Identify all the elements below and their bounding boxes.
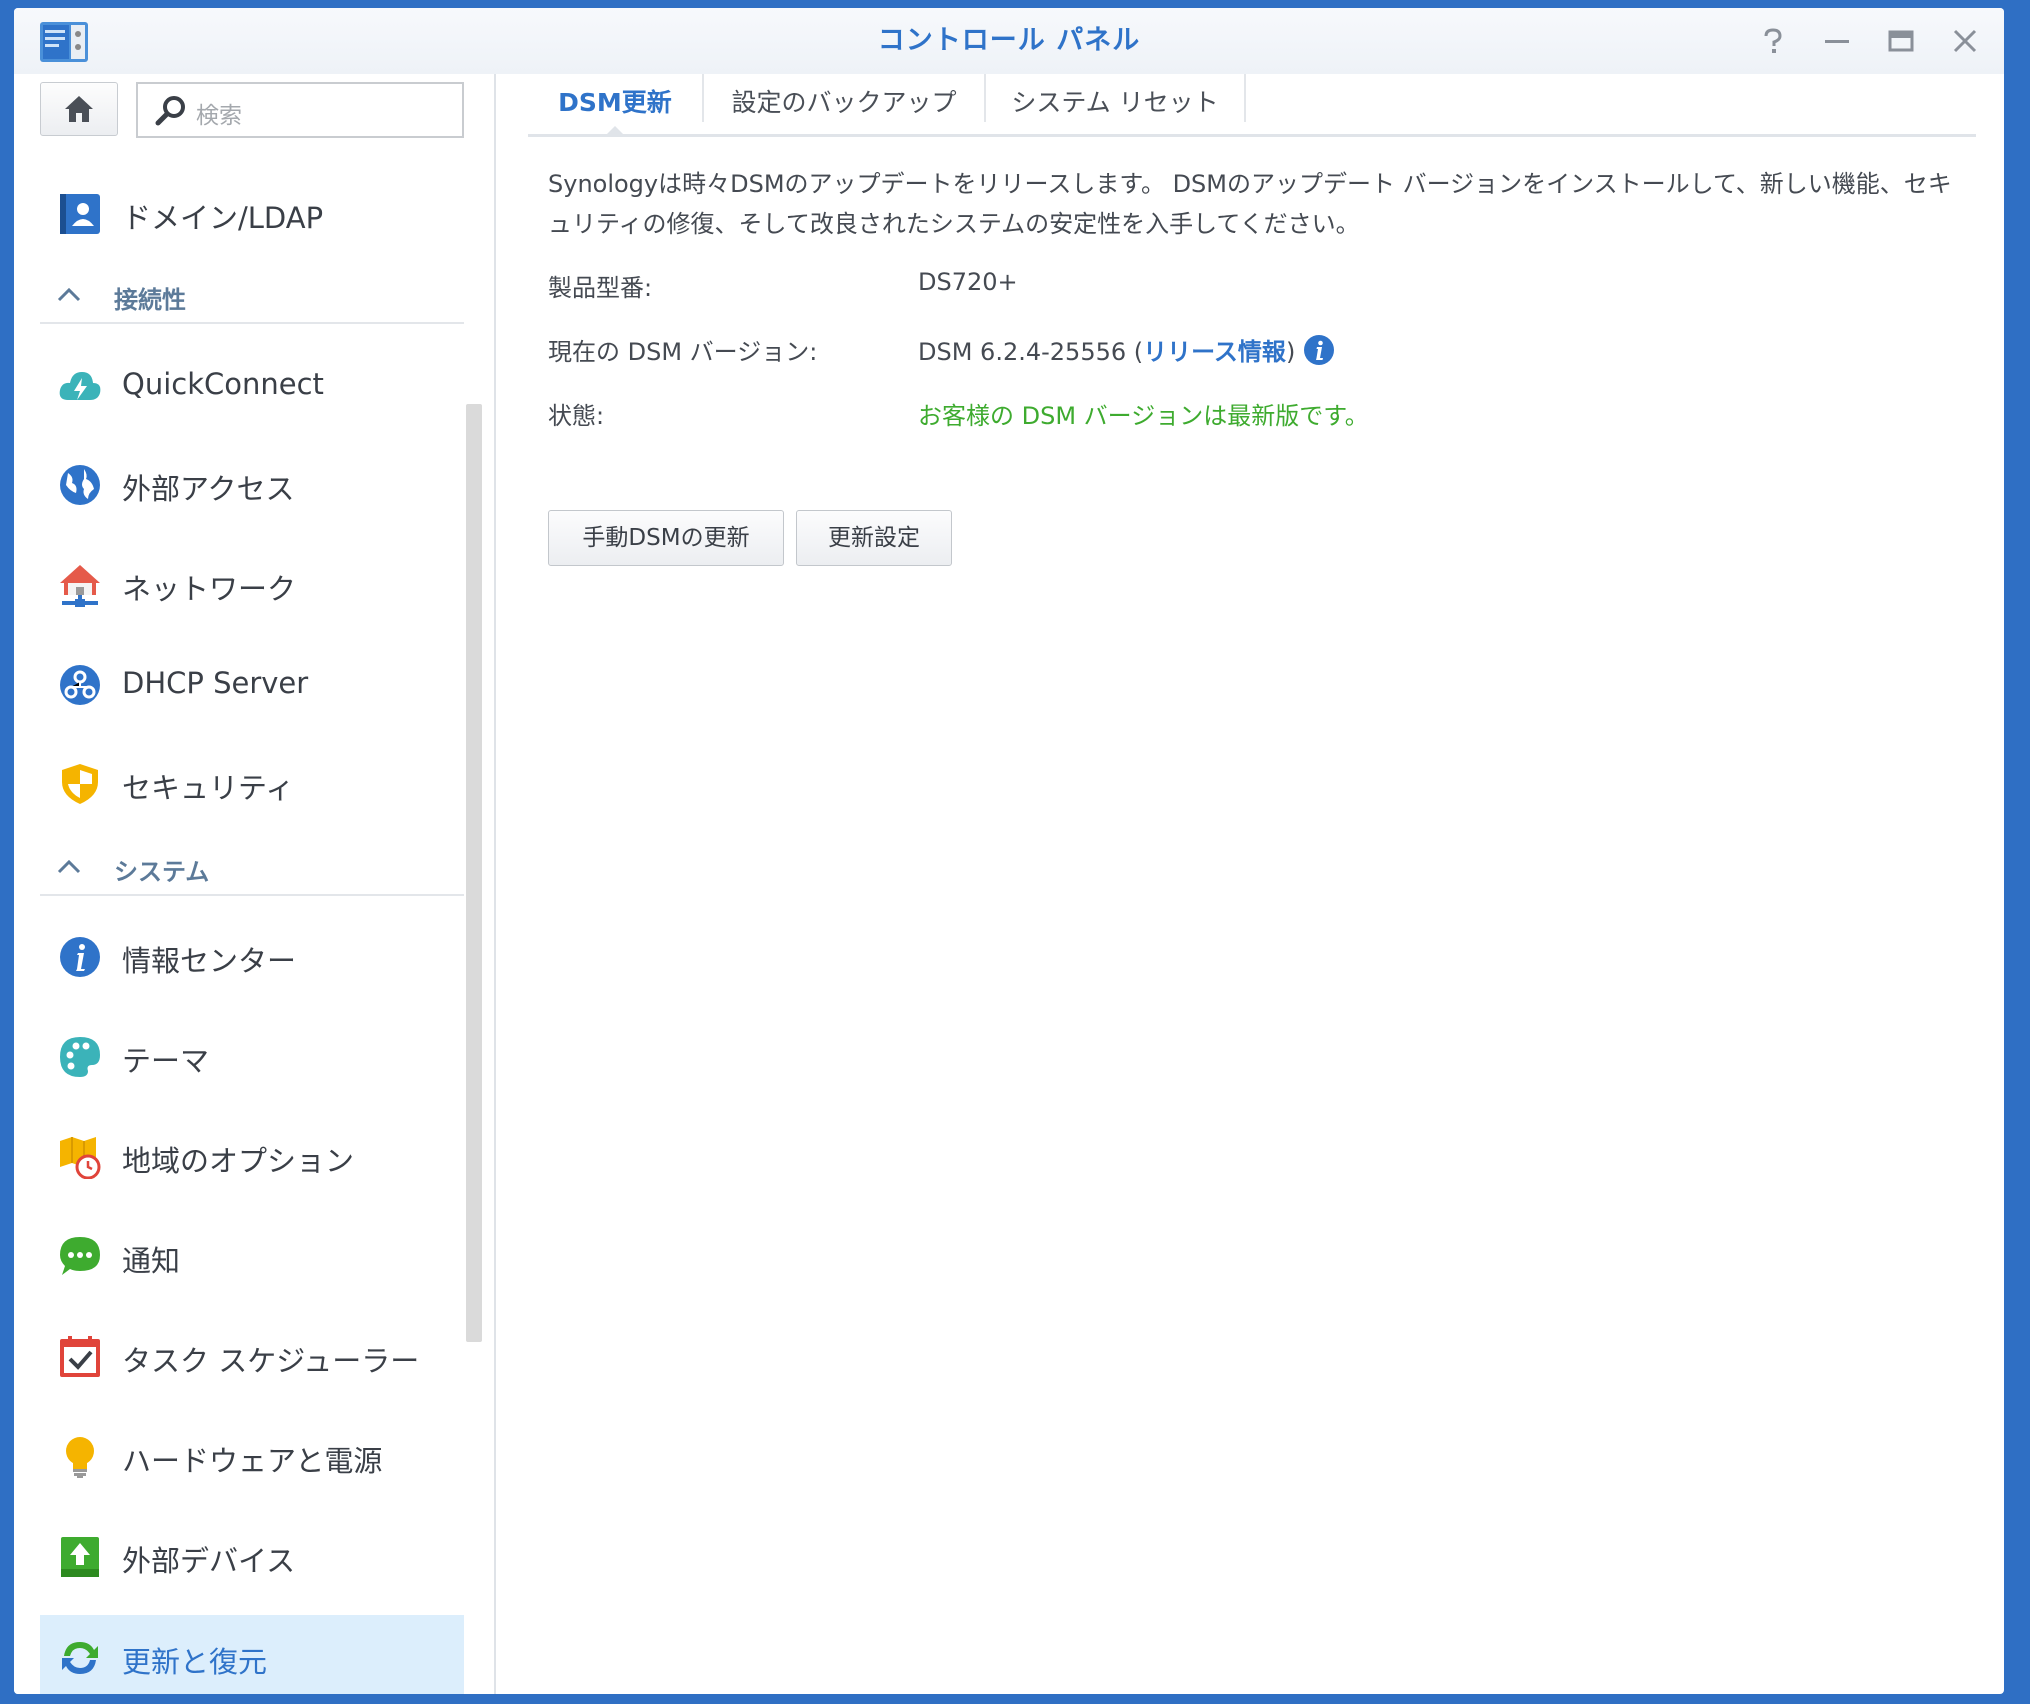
info-circle-icon[interactable] <box>1303 334 1335 366</box>
update-settings-button[interactable]: 更新設定 <box>796 510 952 566</box>
tab-dsm-update[interactable]: DSM更新 <box>528 74 702 134</box>
chat-bubble-icon <box>60 1237 100 1275</box>
main-pane: DSM更新 設定のバックアップ システム リセット Synologyは時々DSM… <box>496 74 2004 1694</box>
help-icon <box>1764 28 1782 53</box>
section-label: 接続性 <box>114 286 186 314</box>
control-panel-window: コントロール パネル 検索 ドメイン/LDAP 接続性 QuickConnect… <box>14 8 2004 1694</box>
palette-icon <box>60 1037 100 1077</box>
domain-ldap-icon <box>60 194 100 234</box>
section-system[interactable]: システム <box>40 842 464 896</box>
maximize-icon <box>1888 30 1914 52</box>
model-value: DS720+ <box>918 268 1018 296</box>
sidebar-item-update-restore[interactable]: 更新と復元 <box>40 1615 464 1694</box>
sidebar-item-label: タスク スケジューラー <box>122 1344 420 1378</box>
title-bar[interactable]: コントロール パネル <box>14 8 2004 74</box>
sidebar-item-regional-options[interactable]: 地域のオプション <box>40 1114 464 1200</box>
section-label: システム <box>114 858 210 886</box>
dsm-version-label: 現在の DSM バージョン: <box>548 338 818 366</box>
close-button[interactable] <box>1946 22 1984 60</box>
paren-close: ) <box>1285 338 1296 366</box>
dsm-version-value: DSM 6.2.4-25556 <box>918 338 1127 366</box>
sidebar-item-hardware-power[interactable]: ハードウェアと電源 <box>40 1414 464 1500</box>
sidebar-item-label: テーマ <box>122 1044 210 1078</box>
info-icon <box>60 937 100 977</box>
minimize-icon <box>1825 40 1849 43</box>
sidebar-item-notification[interactable]: 通知 <box>40 1214 464 1300</box>
calendar-check-icon <box>60 1336 100 1377</box>
external-device-icon <box>61 1537 99 1577</box>
sidebar-item-external-access[interactable]: 外部アクセス <box>40 442 464 528</box>
search-placeholder: 検索 <box>196 103 242 129</box>
release-notes-link[interactable]: リリース情報 <box>1143 338 1286 366</box>
update-description: Synologyは時々DSMのアップデートをリリースします。 DSMのアップデー… <box>548 170 1952 238</box>
tab-system-reset[interactable]: システム リセット <box>986 74 1244 134</box>
model-label: 製品型番: <box>548 274 653 302</box>
sidebar-item-label: 更新と復元 <box>122 1645 268 1679</box>
sidebar-item-label: 外部デバイス <box>122 1544 296 1578</box>
sidebar-item-network[interactable]: ネットワーク <box>40 542 464 628</box>
update-restore-icon <box>62 1642 98 1674</box>
window-title: コントロール パネル <box>877 25 1141 56</box>
maximize-button[interactable] <box>1882 22 1920 60</box>
close-icon <box>1953 29 1977 53</box>
quickconnect-icon <box>59 372 101 400</box>
tab-config-backup[interactable]: 設定のバックアップ <box>704 74 984 134</box>
sidebar-item-domain-ldap[interactable]: ドメイン/LDAP <box>40 171 464 257</box>
dhcp-server-icon <box>60 665 100 705</box>
map-clock-icon <box>60 1137 101 1179</box>
dsm-version-row: DSM 6.2.4-25556 (リリース情報) <box>918 332 1335 367</box>
lightbulb-icon <box>66 1437 94 1478</box>
chevron-up-icon <box>57 859 81 874</box>
sidebar-item-label: 外部アクセス <box>122 472 295 506</box>
network-icon <box>60 565 100 607</box>
status-value: お客様の DSM バージョンは最新版です。 <box>918 402 1369 430</box>
sidebar: 検索 ドメイン/LDAP 接続性 QuickConnect 外部アクセス ネット… <box>14 74 494 1694</box>
section-connectivity[interactable]: 接続性 <box>40 270 464 324</box>
home-icon <box>65 96 93 122</box>
sidebar-item-info-center[interactable]: 情報センター <box>40 914 464 1000</box>
external-access-icon <box>60 465 100 505</box>
search-field[interactable]: 検索 <box>136 82 464 138</box>
shield-icon <box>62 764 98 804</box>
sidebar-item-label: 情報センター <box>122 944 297 978</box>
sidebar-scrollbar[interactable] <box>466 404 482 1342</box>
sidebar-item-task-scheduler[interactable]: タスク スケジューラー <box>40 1314 464 1400</box>
tab-separator <box>1244 74 1246 122</box>
search-icon <box>155 96 185 126</box>
help-button[interactable] <box>1754 22 1792 60</box>
sidebar-item-label: セキュリティ <box>122 771 295 805</box>
sidebar-item-label: 地域のオプション <box>122 1144 355 1178</box>
active-tab-pointer <box>604 126 626 137</box>
manual-dsm-update-button[interactable]: 手動DSMの更新 <box>548 510 784 566</box>
sidebar-item-dhcp-server[interactable]: DHCP Server <box>40 642 464 728</box>
sidebar-item-label: 通知 <box>122 1244 181 1278</box>
status-label: 状態: <box>548 402 605 430</box>
sidebar-item-label: ドメイン/LDAP <box>122 201 324 235</box>
home-button[interactable] <box>40 82 118 136</box>
sidebar-item-external-devices[interactable]: 外部デバイス <box>40 1514 464 1600</box>
paren-open: ( <box>1126 338 1144 366</box>
tab-bar: DSM更新 設定のバックアップ システム リセット <box>528 74 1976 137</box>
sidebar-item-label: ネットワーク <box>122 572 297 606</box>
sidebar-item-security[interactable]: セキュリティ <box>40 741 464 827</box>
sidebar-item-quickconnect[interactable]: QuickConnect <box>40 343 464 429</box>
sidebar-item-label: DHCP Server <box>122 666 309 700</box>
sidebar-item-label: ハードウェアと電源 <box>122 1444 383 1478</box>
minimize-button[interactable] <box>1818 22 1856 60</box>
sidebar-item-theme[interactable]: テーマ <box>40 1014 464 1100</box>
chevron-up-icon <box>57 287 81 302</box>
sidebar-item-label: QuickConnect <box>122 367 324 401</box>
